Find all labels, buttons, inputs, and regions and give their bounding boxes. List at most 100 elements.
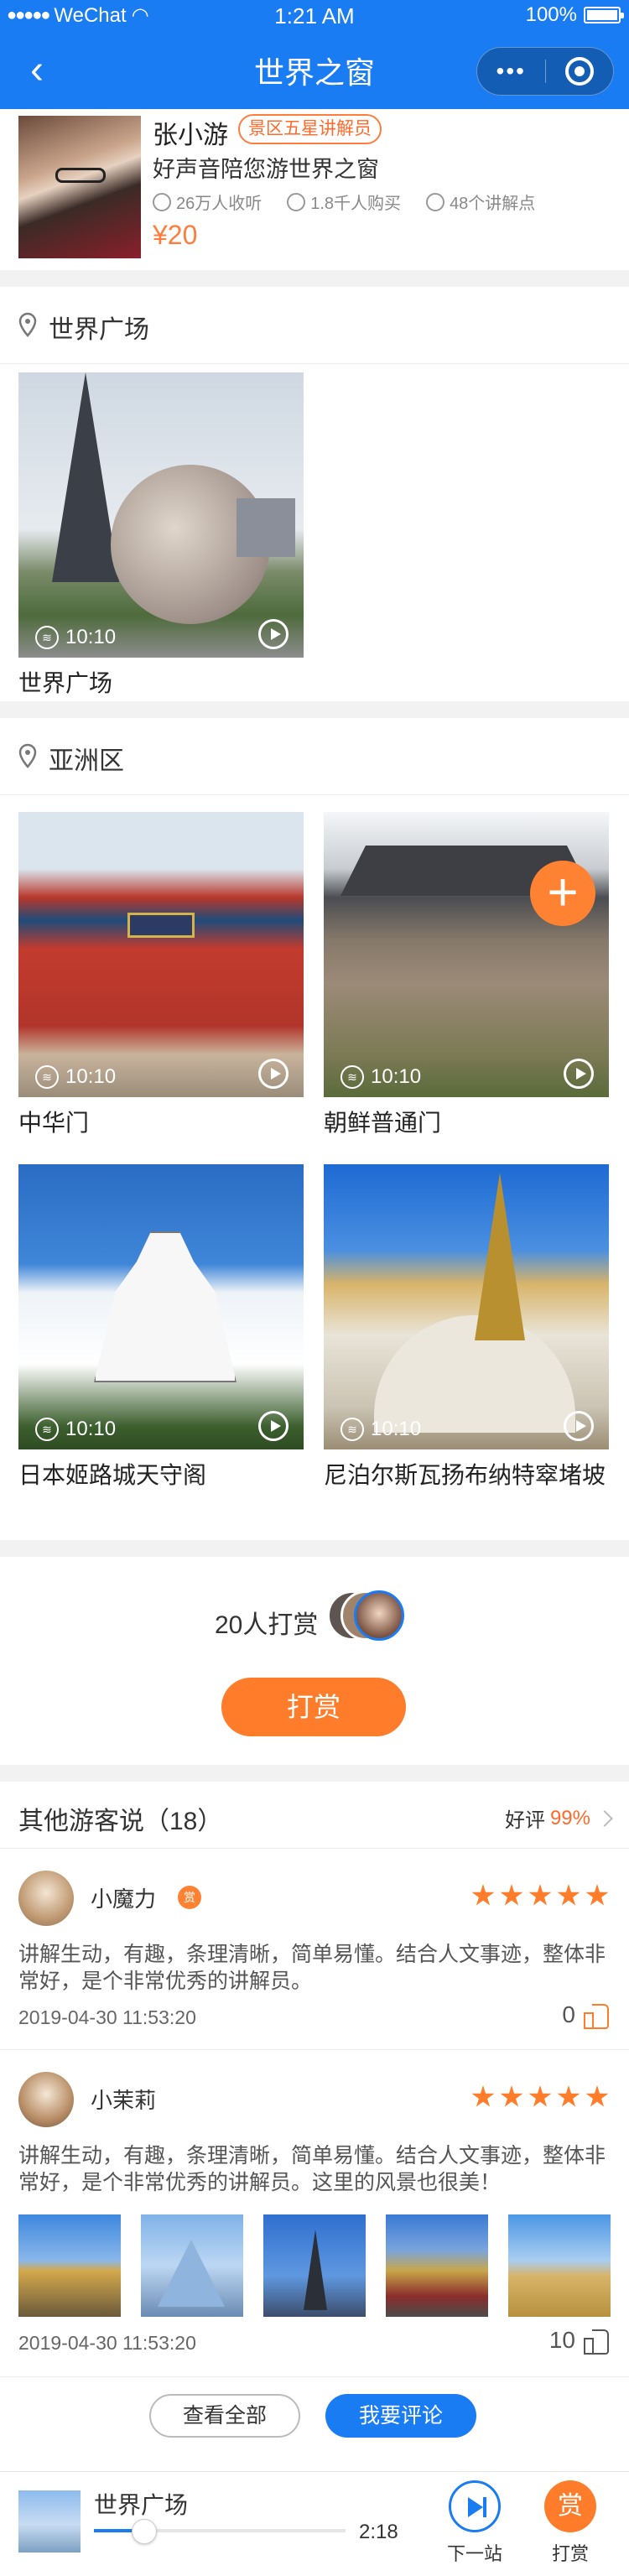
star-icon [528, 2085, 552, 2107]
progress-knob[interactable] [132, 2519, 157, 2544]
rating-label: 好评 [504, 1809, 545, 1832]
star-icon [471, 2085, 495, 2107]
comment-text: 讲解生动，有趣，条理清晰，简单易懂。结合人文事迹，整体非常好，是个非常优秀的讲解… [18, 2144, 606, 2194]
star-icon [500, 2085, 523, 2107]
comment-photo[interactable] [18, 2214, 121, 2317]
comments-header: 其他游客说（18） 好评 99% [0, 1782, 629, 1849]
duration: ≋ 10:10 [35, 626, 116, 649]
add-floating-button[interactable]: + [530, 861, 595, 926]
spot-name: 尼泊尔斯瓦扬布纳特窣堵坡 [324, 1462, 606, 1488]
player-tip-button[interactable]: 赏 打赏 [543, 2480, 597, 2573]
tip-block: 20人打赏 打赏 [0, 1557, 629, 1765]
close-miniapp-button[interactable] [546, 48, 614, 95]
plus-icon: + [547, 861, 579, 922]
thumbs-up-icon [584, 2002, 609, 2029]
duration-text: 10:10 [65, 1065, 117, 1088]
tipper-avatars [327, 1590, 428, 1644]
location-pin-icon [18, 312, 37, 337]
spot-image: ≋ 10:10 [324, 812, 609, 1097]
tip-label: 打赏 [551, 2543, 589, 2564]
spot-card[interactable]: ≋ 10:10 日本姬路城天守阁 [18, 1164, 304, 1491]
thumbs-up-icon [584, 2328, 609, 2355]
miniapp-capsule: ••• [476, 47, 614, 96]
rating-link[interactable]: 好评 99% [504, 1803, 613, 1833]
play-icon[interactable] [564, 1411, 594, 1441]
spot-card[interactable]: ≋ 10:10 世界广场 [18, 372, 304, 700]
duration-text: 10:10 [65, 626, 117, 648]
star-icon [585, 2085, 609, 2107]
points-count: 48个讲解点 [450, 195, 536, 213]
comment-photo[interactable] [508, 2214, 611, 2317]
audio-wave-icon: ≋ [340, 1418, 364, 1441]
comment-photos [18, 2214, 611, 2317]
duration: ≋ 10:10 [340, 1418, 421, 1441]
spot-name: 中华门 [18, 1110, 90, 1136]
spot-name: 朝鲜普通门 [324, 1110, 442, 1136]
tip-icon: 赏 [544, 2480, 596, 2532]
duration: ≋ 10:10 [35, 1065, 116, 1089]
battery-percent: 100% [525, 3, 577, 26]
now-playing-title: 世界广场 [94, 2492, 189, 2518]
spot-image: ≋ 10:10 [18, 812, 304, 1097]
avatar [18, 2072, 74, 2127]
rating-value: 99% [549, 1806, 590, 1829]
avatar [354, 1590, 404, 1641]
star-icon [500, 1884, 523, 1906]
tip-count: 20人打赏 [215, 1611, 319, 1639]
guide-badge: 景区五星讲解员 [238, 114, 382, 144]
audio-wave-icon [426, 192, 445, 211]
spot-image: ≋ 10:10 [18, 1164, 304, 1449]
person-icon [287, 192, 306, 211]
play-icon[interactable] [258, 1059, 289, 1089]
price: ¥20 [153, 220, 198, 250]
status-bar: ●●●●● WeChat ◠ 1:21 AM 100% [0, 0, 629, 32]
comment-item: 小魔力 赏 讲解生动，有趣，条理清晰，简单易懂。结合人文事迹，整体非常好，是个非… [0, 1849, 629, 2050]
like-button[interactable]: 0 [562, 2001, 609, 2029]
tip-badge-icon: 赏 [178, 1886, 201, 1909]
tip-button[interactable]: 打赏 [221, 1678, 406, 1736]
play-icon[interactable] [258, 1411, 289, 1441]
comment-photo[interactable] [386, 2214, 488, 2317]
view-all-button[interactable]: 查看全部 [149, 2394, 300, 2438]
chevron-right-icon [596, 1809, 613, 1827]
guide-stats: 26万人收听 1.8千人购买 48个讲解点 [153, 190, 535, 214]
points-stat: 48个讲解点 [426, 190, 535, 214]
spot-name: 日本姬路城天守阁 [18, 1462, 207, 1488]
write-comment-button[interactable]: 我要评论 [325, 2394, 476, 2438]
section-title: 亚洲区 [49, 747, 124, 775]
guide-avatar [18, 116, 141, 258]
section-header-world-square: 世界广场 [0, 287, 629, 364]
comment-photo[interactable] [141, 2214, 243, 2317]
star-icon [528, 1884, 552, 1906]
more-button[interactable]: ••• [477, 48, 545, 95]
play-icon[interactable] [564, 1059, 594, 1089]
like-count: 0 [562, 2001, 575, 2027]
now-playing-thumbnail [18, 2490, 81, 2553]
duration-text: 10:10 [371, 1065, 422, 1088]
audio-wave-icon: ≋ [35, 1065, 59, 1089]
avatar [18, 1871, 74, 1926]
listens-count: 26万人收听 [176, 195, 263, 213]
spot-card[interactable]: ≋ 10:10 尼泊尔斯瓦扬布纳特窣堵坡 [324, 1164, 609, 1491]
play-icon[interactable] [258, 619, 289, 649]
comment-actions: 查看全部 我要评论 [0, 2377, 629, 2471]
like-button[interactable]: 10 [549, 2327, 609, 2355]
duration: ≋ 10:10 [340, 1065, 421, 1089]
comment-user: 小茉莉 [91, 2088, 157, 2113]
duration-text: 10:10 [65, 1418, 117, 1440]
spot-card[interactable]: ≋ 10:10 中华门 [18, 812, 304, 1139]
audio-wave-icon: ≋ [340, 1065, 364, 1089]
more-dots-icon: ••• [496, 58, 526, 84]
audio-player: 世界广场 2:18 下一站 赏 打赏 [0, 2471, 629, 2576]
next-stop-button[interactable]: 下一站 [446, 2480, 503, 2573]
play-time: 2:18 [359, 2521, 398, 2543]
comment-photo[interactable] [263, 2214, 366, 2317]
audio-wave-icon: ≋ [35, 1418, 59, 1441]
duration-text: 10:10 [371, 1418, 422, 1440]
battery-info: 100% [525, 3, 624, 27]
section-header-asia: 亚洲区 [0, 718, 629, 795]
headphones-icon [153, 192, 171, 211]
guide-profile: 张小游 景区五星讲解员 好声音陪您游世界之窗 26万人收听 1.8千人购买 48… [0, 109, 629, 270]
spot-image: ≋ 10:10 [18, 372, 304, 658]
spot-name: 世界广场 [18, 670, 113, 696]
